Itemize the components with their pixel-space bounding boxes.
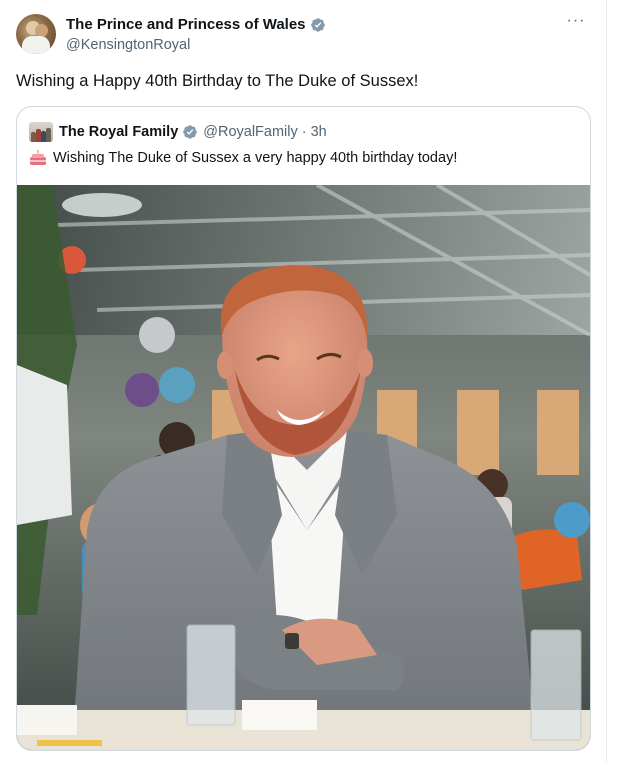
quoted-tweet-text: Wishing The Duke of Sussex a very happy … xyxy=(53,150,458,166)
author-display-name[interactable]: The Prince and Princess of Wales xyxy=(66,15,306,35)
quoted-author-avatar[interactable] xyxy=(29,122,53,142)
author-avatar[interactable] xyxy=(16,14,56,54)
quoted-author-name[interactable]: The Royal Family xyxy=(59,124,178,140)
quoted-tweet-photo[interactable] xyxy=(17,185,590,750)
photo-illustration xyxy=(17,185,590,750)
author-names: The Prince and Princess of Wales @Kensin… xyxy=(66,15,326,55)
verified-badge-icon xyxy=(310,18,325,32)
birthday-cake-icon xyxy=(30,150,46,165)
timeline-divider xyxy=(606,0,607,763)
quoted-tweet-body: Wishing The Duke of Sussex a very happy … xyxy=(29,148,578,168)
quoted-author-handle[interactable]: @RoyalFamily xyxy=(203,124,297,140)
author-display-row: The Prince and Princess of Wales xyxy=(66,15,326,35)
quoted-tweet-time[interactable]: 3h xyxy=(311,124,327,140)
quoted-verified-badge-icon xyxy=(183,125,198,139)
author-handle[interactable]: @KensingtonRoyal xyxy=(66,35,326,55)
quoted-tweet[interactable]: The Royal Family @RoyalFamily · 3h Wishi… xyxy=(16,106,591,751)
separator-dot: · xyxy=(301,124,307,140)
tweet-text: Wishing a Happy 40th Birthday to The Duk… xyxy=(16,72,419,90)
more-options-icon[interactable]: ··· xyxy=(565,13,587,34)
tweet-header: The Prince and Princess of Wales @Kensin… xyxy=(16,14,591,60)
quoted-tweet-header: The Royal Family @RoyalFamily · 3h xyxy=(29,121,578,143)
